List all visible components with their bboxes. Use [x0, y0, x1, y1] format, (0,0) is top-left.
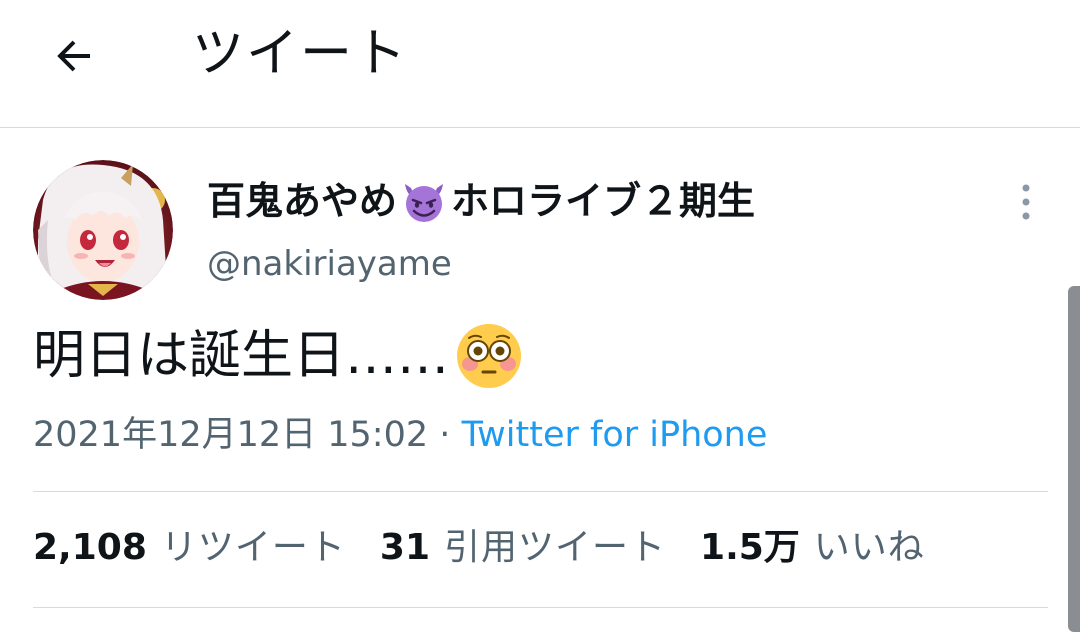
tweet-meta: 2021年12月12日 15:02 · Twitter for iPhone: [33, 410, 767, 460]
retweets-count: 2,108: [33, 527, 147, 568]
smiling-face-with-horns-emoji: [405, 184, 444, 222]
tweet-text: 明日は誕生日……: [33, 318, 525, 394]
tweet-detail-page: ツイート 百鬼あやめ ホロライブ２期生 @nakiriayame 明日は誕生日……: [0, 0, 1080, 632]
retweets-stat[interactable]: 2,108 リツイート: [33, 522, 346, 574]
back-button[interactable]: [40, 24, 108, 88]
divider: [33, 491, 1048, 492]
author-username[interactable]: @nakiriayame: [207, 240, 452, 288]
display-name-suffix: ホロライブ２期生: [451, 179, 756, 223]
avatar[interactable]: [33, 160, 173, 300]
flushed-face-emoji: [457, 324, 522, 388]
likes-stat[interactable]: 1.5万 いいね: [700, 522, 925, 574]
more-options-button[interactable]: [1004, 180, 1048, 224]
anime-avatar-image: [33, 160, 173, 300]
top-app-bar: ツイート: [0, 0, 1080, 128]
tweet-source-link[interactable]: Twitter for iPhone: [462, 415, 768, 455]
page-title: ツイート: [192, 24, 409, 84]
meta-separator: ·: [439, 415, 451, 455]
arrow-left-icon: [57, 40, 90, 72]
more-vertical-icon: [1022, 184, 1030, 220]
scrollbar[interactable]: [1068, 286, 1080, 632]
tweet-timestamp[interactable]: 2021年12月12日 15:02: [33, 415, 428, 455]
likes-label: いいね: [813, 527, 925, 568]
author-display-name[interactable]: 百鬼あやめ ホロライブ２期生: [207, 174, 755, 228]
tweet-stats: 2,108 リツイート 31 引用ツイート 1.5万 いいね: [33, 522, 959, 574]
divider: [33, 607, 1048, 608]
quotes-stat[interactable]: 31 引用ツイート: [380, 522, 666, 574]
likes-count: 1.5万: [700, 527, 800, 568]
retweets-label: リツイート: [160, 527, 346, 568]
quotes-label: 引用ツイート: [444, 527, 667, 568]
tweet-text-content: 明日は誕生日……: [33, 326, 450, 386]
quotes-count: 31: [379, 527, 430, 568]
display-name-text: 百鬼あやめ: [207, 179, 398, 223]
